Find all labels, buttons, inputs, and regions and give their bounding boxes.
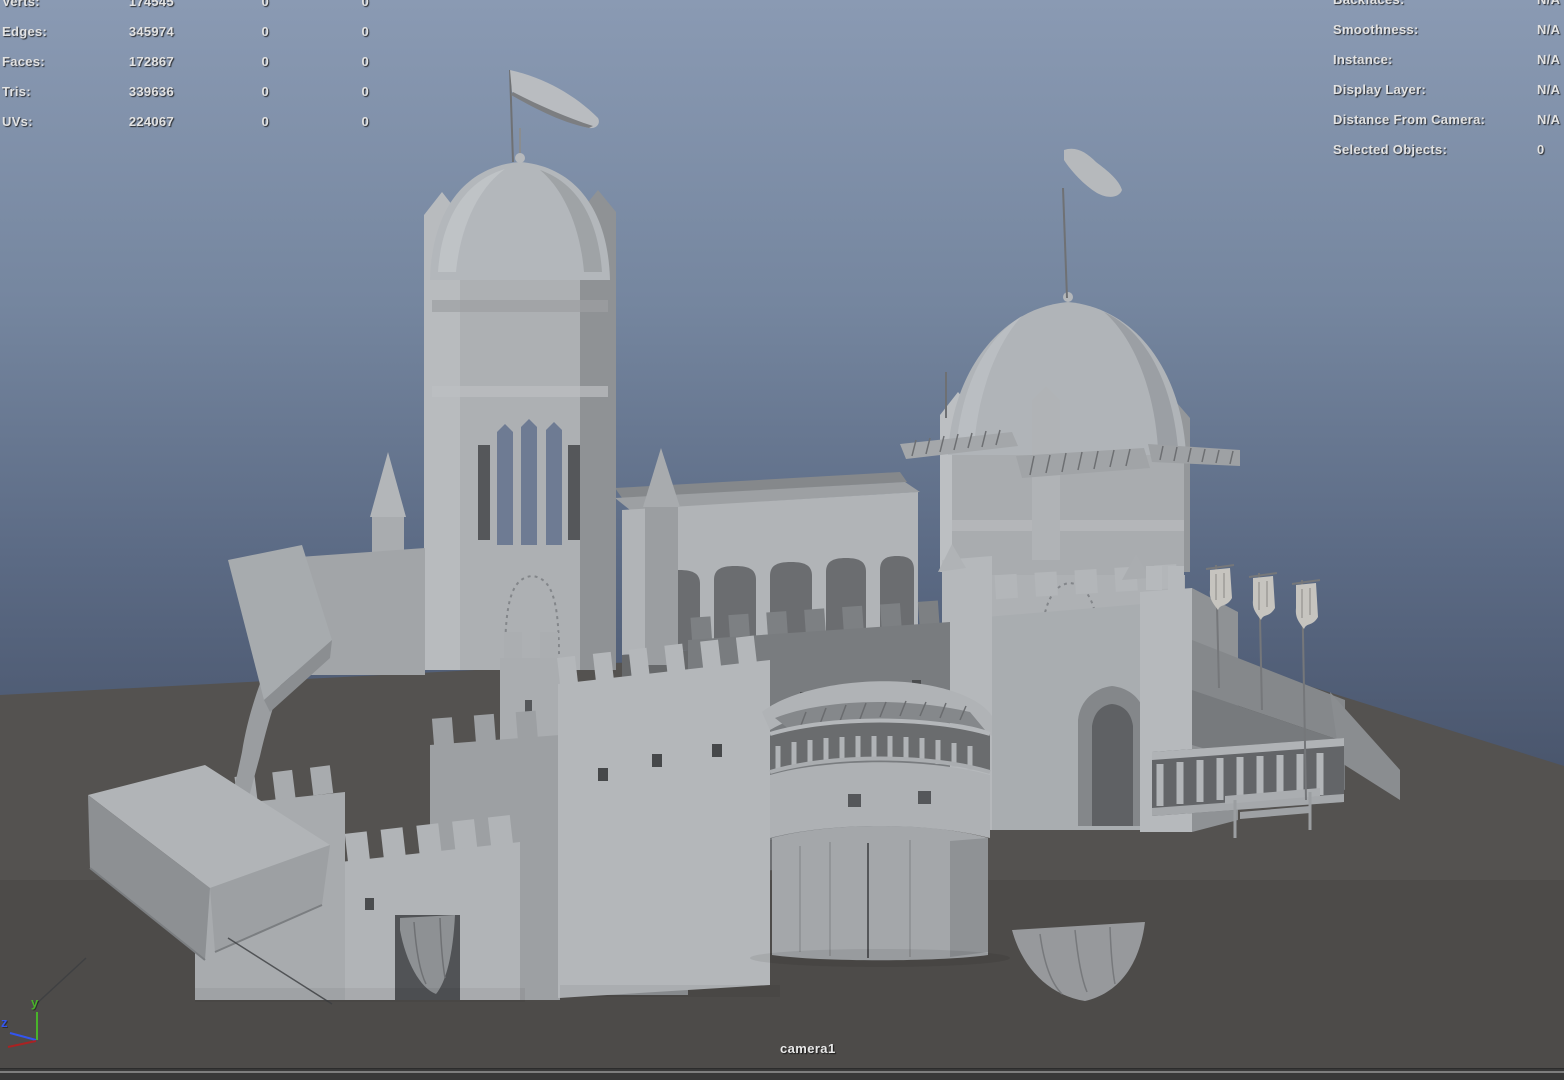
uvs-value: 224067 [128,114,174,129]
faces-value: 172867 [128,54,174,69]
hud-row-selected-objects: Selected Objects: 0 [1333,135,1564,165]
round-bastion [762,681,992,961]
instance-value: N/A [1537,52,1561,67]
viewport-canvas[interactable] [0,0,1564,1080]
hud-row-distance: Distance From Camera: N/A [1333,105,1564,135]
edges-col2: 0 [261,24,269,39]
maya-viewport[interactable]: Verts: 174545 0 0 Edges: 345974 0 0 Face… [0,0,1564,1080]
instance-label: Instance: [1333,52,1393,67]
tris-col2: 0 [261,84,269,99]
smoothness-value: N/A [1537,22,1561,37]
hud-object-details: Backfaces: N/A Smoothness: N/A Instance:… [1333,0,1564,165]
uvs-col3: 0 [361,114,369,129]
camera-name-label: camera1 [780,1041,836,1056]
gate-arch-opening [1092,704,1133,826]
display-layer-label: Display Layer: [1333,82,1427,97]
hud-row-edges: Edges: 345974 0 0 [2,17,422,47]
tris-value: 339636 [128,84,174,99]
faces-col2: 0 [261,54,269,69]
uvs-label: UVs: [2,114,33,129]
tris-label: Tris: [2,84,31,99]
hud-row-smoothness: Smoothness: N/A [1333,15,1564,45]
selected-objects-value: 0 [1537,142,1545,157]
faces-label: Faces: [2,54,45,69]
hud-row-backfaces: Backfaces: N/A [1333,0,1564,15]
edges-col3: 0 [361,24,369,39]
verts-col2: 0 [261,0,269,9]
hud-poly-count: Verts: 174545 0 0 Edges: 345974 0 0 Face… [2,0,422,147]
edges-value: 345974 [128,24,174,39]
uvs-col2: 0 [261,114,269,129]
axis-z-label: z [1,1015,8,1030]
hud-row-uvs: UVs: 224067 0 0 [2,107,422,137]
smoothness-label: Smoothness: [1333,22,1419,37]
right-flag-pennant [1064,148,1122,197]
front-left-wall [558,660,770,998]
hud-row-display-layer: Display Layer: N/A [1333,75,1564,105]
faces-col3: 0 [361,54,369,69]
hud-row-tris: Tris: 339636 0 0 [2,77,422,107]
verts-value: 174545 [128,0,174,9]
backfaces-label: Backfaces: [1333,0,1405,7]
left-tower [424,69,616,670]
backfaces-value: N/A [1537,0,1560,7]
tris-col3: 0 [361,84,369,99]
selected-objects-label: Selected Objects: [1333,142,1448,157]
display-layer-value: N/A [1537,82,1561,97]
hud-row-verts: Verts: 174545 0 0 [2,0,422,17]
viewport-bottom-edge [0,1068,1564,1080]
right-flag-pole [1062,187,1068,299]
viewport-edge-highlight [0,1071,1564,1073]
verts-col3: 0 [361,0,369,9]
verts-label: Verts: [2,0,40,9]
axis-y-label: y [31,995,39,1010]
hud-row-faces: Faces: 172867 0 0 [2,47,422,77]
edges-label: Edges: [2,24,48,39]
distance-from-camera-value: N/A [1537,112,1561,127]
hud-row-instance: Instance: N/A [1333,45,1564,75]
distance-from-camera-label: Distance From Camera: [1333,112,1486,127]
